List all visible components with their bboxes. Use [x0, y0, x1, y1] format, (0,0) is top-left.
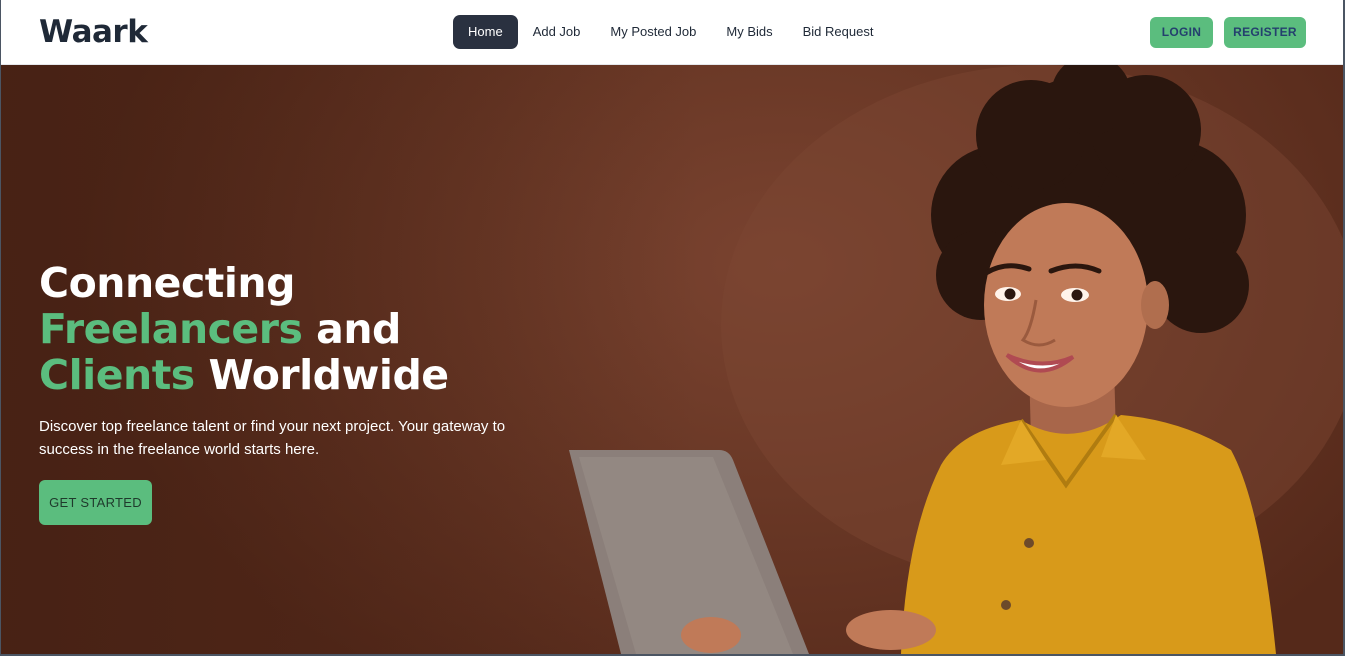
nav-home[interactable]: Home	[453, 15, 518, 49]
hero-heading-line2-rest: and	[302, 305, 401, 353]
hero-description: Discover top freelance talent or find yo…	[39, 418, 506, 458]
nav-my-bids[interactable]: My Bids	[711, 15, 787, 49]
app-frame: Waark Home Add Job My Posted Job My Bids…	[1, 0, 1343, 654]
hero-image	[569, 65, 1343, 654]
brand-logo[interactable]: Waark	[39, 14, 148, 50]
main-nav: Home Add Job My Posted Job My Bids Bid R…	[453, 15, 888, 49]
register-button[interactable]: REGISTER	[1224, 17, 1306, 48]
hero-heading-accent-freelancers: Freelancers	[39, 305, 303, 353]
get-started-button[interactable]: GET STARTED	[39, 480, 152, 525]
login-button[interactable]: LOGIN	[1150, 17, 1213, 48]
hero-heading-line1: Connecting	[39, 259, 295, 307]
nav-my-posted-job[interactable]: My Posted Job	[595, 15, 711, 49]
hero-heading: Connecting Freelancers and Clients World…	[39, 260, 559, 398]
hero-heading-accent-clients: Clients	[39, 351, 195, 399]
hero-section: Connecting Freelancers and Clients World…	[1, 65, 1343, 654]
nav-add-job[interactable]: Add Job	[518, 15, 596, 49]
navbar: Waark Home Add Job My Posted Job My Bids…	[1, 0, 1343, 65]
nav-bid-request[interactable]: Bid Request	[788, 15, 889, 49]
hero-heading-line3-rest: Worldwide	[194, 351, 449, 399]
